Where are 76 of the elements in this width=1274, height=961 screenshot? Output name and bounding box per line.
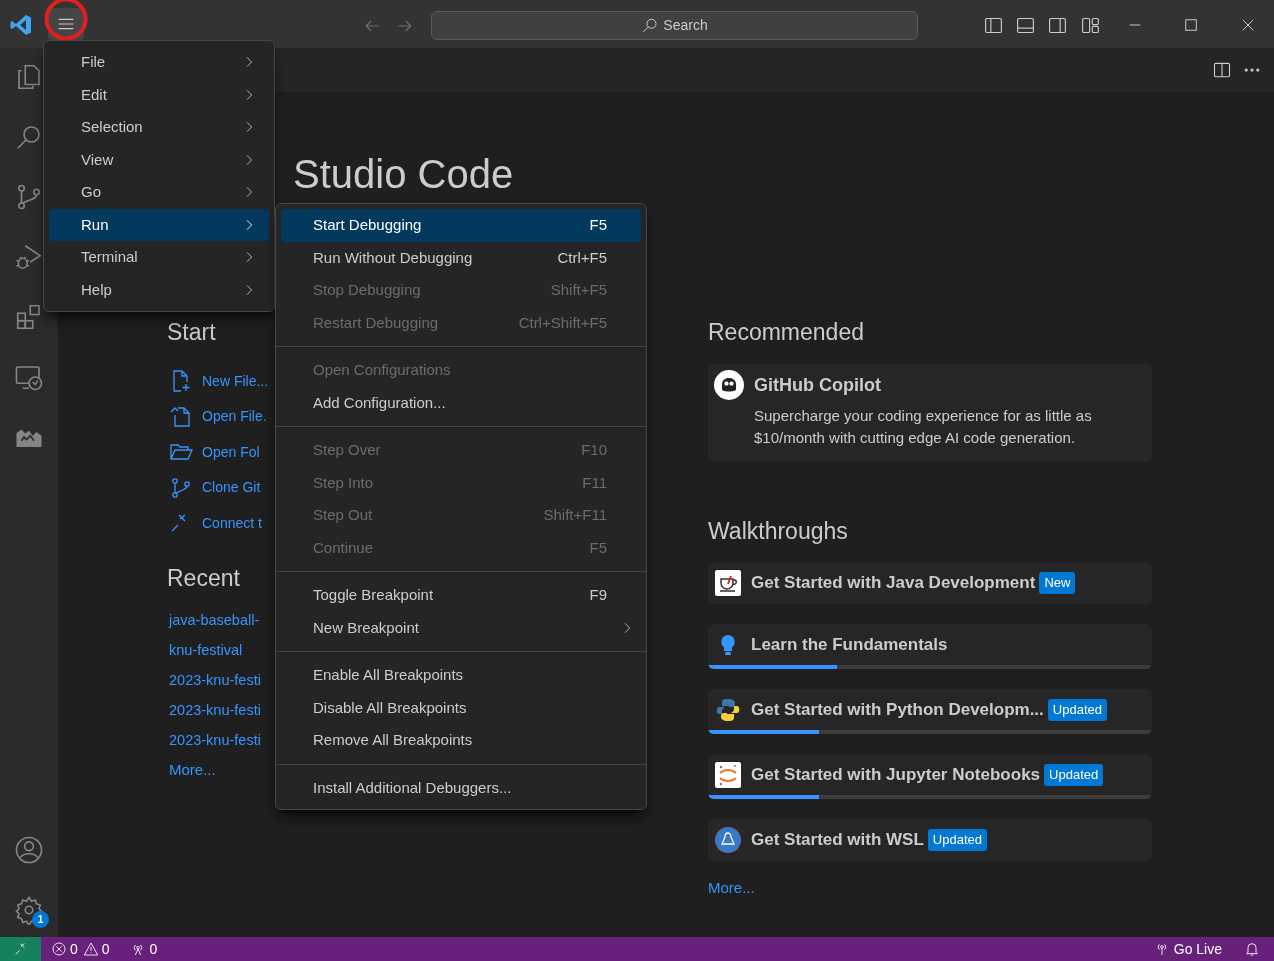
card-description: Supercharge your coding experience for as little as $10/month with cutting edge AI code generation.: [754, 405, 1093, 448]
menu-item[interactable]: Selection: [49, 111, 269, 144]
menu-item[interactable]: Run: [49, 208, 269, 241]
walkthrough-card[interactable]: Get Started with WSL Updated: [708, 819, 1152, 861]
start-link[interactable]: Open Fol: [202, 441, 260, 463]
account-icon[interactable]: [14, 835, 44, 865]
branch-icon: [169, 475, 193, 500]
recent-link[interactable]: 2023-knu-festi: [169, 699, 261, 722]
menu-item[interactable]: Start Debugging F5: [281, 209, 641, 242]
status-badge: New: [1039, 571, 1076, 594]
recent-link[interactable]: 2023-knu-festi: [169, 729, 261, 752]
play-bug-icon[interactable]: [14, 242, 44, 272]
walkthrough-title: Learn the Fundamentals: [751, 633, 948, 656]
walkthrough-card[interactable]: Get Started with Python Developm... Updated: [708, 689, 1152, 734]
notebook-logo-icon: [715, 761, 741, 788]
menu-item[interactable]: View: [49, 143, 269, 176]
search-field[interactable]: Search: [431, 11, 918, 40]
layout-icon[interactable]: [1080, 15, 1101, 36]
menu-item[interactable]: Disable All Breakpoints: [281, 691, 641, 724]
python-icon: [715, 696, 741, 723]
menu-item[interactable]: Install Additional Debuggers...: [281, 771, 641, 804]
menu-item[interactable]: Toggle Breakpoint F9: [281, 579, 641, 612]
search-icon: [641, 16, 660, 35]
recent-link[interactable]: 2023-knu-festi: [169, 669, 261, 692]
recommendation-card[interactable]: GitHub Copilot Supercharge your coding experience for as little as $10/month with cutting edge AI code generation.: [708, 363, 1152, 462]
sidebar-toggle-icon[interactable]: [983, 15, 1004, 36]
menu-item[interactable]: New Breakpoint: [281, 611, 641, 644]
recent-link[interactable]: java-baseball-: [169, 609, 260, 632]
warning-icon: [82, 941, 99, 957]
split-editor-icon[interactable]: [1212, 60, 1232, 80]
error-icon: [51, 941, 67, 957]
recent-link[interactable]: knu-festival: [169, 639, 243, 662]
walkthrough-title: Get Started with WSL: [751, 828, 924, 851]
section-heading: Recommended: [708, 318, 865, 347]
walkthrough-card[interactable]: Learn the Fundamentals: [708, 624, 1152, 669]
walkthrough-title: Get Started with Java Development: [751, 571, 1036, 594]
walkthrough-title: Get Started with Jupyter Notebooks: [751, 763, 1041, 786]
settings-icon[interactable]: [14, 895, 44, 925]
menu-item[interactable]: Enable All Breakpoints: [281, 659, 641, 692]
start-link[interactable]: Connect t: [202, 512, 262, 534]
more-link[interactable]: More...: [169, 759, 216, 782]
problems-button[interactable]: 0 0: [51, 938, 110, 960]
card-title: GitHub Copilot: [754, 373, 882, 397]
bell-icon[interactable]: [1244, 941, 1260, 957]
section-heading: Start: [167, 318, 216, 347]
menu-item[interactable]: Remove All Breakpoints: [281, 724, 641, 757]
secondary-sidebar-icon[interactable]: [1047, 15, 1068, 36]
menu-item[interactable]: Terminal: [49, 241, 269, 274]
menu-item[interactable]: Go: [49, 176, 269, 209]
section-heading: Recent: [167, 564, 240, 593]
maximize-icon[interactable]: [1182, 16, 1200, 34]
status-badge: Updated: [1047, 698, 1107, 721]
menu-item[interactable]: Help: [49, 273, 269, 306]
start-link[interactable]: Open File.: [202, 406, 267, 428]
notification-badge: 1: [32, 911, 49, 928]
section-heading: Walkthroughs: [708, 516, 849, 546]
walkthrough-card[interactable]: Get Started with Java Development New: [708, 562, 1152, 604]
menu-item[interactable]: Edit: [49, 78, 269, 111]
ports-button[interactable]: 0: [129, 938, 158, 960]
go-live-button[interactable]: Go Live: [1153, 938, 1222, 960]
menu-item[interactable]: File: [49, 46, 269, 79]
walkthrough-title: Get Started with Python Developm...: [751, 698, 1044, 721]
vscode-logo-icon: [9, 13, 33, 37]
coffee-cup-icon: [715, 569, 741, 596]
menu-item[interactable]: Add Configuration...: [281, 386, 641, 419]
start-link[interactable]: New File...: [202, 370, 269, 392]
walkthrough-card[interactable]: Get Started with Jupyter Notebooks Updated: [708, 754, 1152, 799]
page-title: Studio Code: [293, 152, 514, 196]
panel-toggle-icon[interactable]: [1015, 15, 1036, 36]
start-link[interactable]: Clone Git: [202, 477, 261, 499]
status-badge: Updated: [1044, 763, 1104, 786]
menu-item[interactable]: Run Without Debugging Ctrl+F5: [281, 241, 641, 274]
copilot-icon: [714, 369, 744, 400]
more-link[interactable]: More...: [708, 877, 1152, 900]
open-file-icon: [169, 404, 193, 429]
status-badge: Updated: [927, 828, 987, 851]
